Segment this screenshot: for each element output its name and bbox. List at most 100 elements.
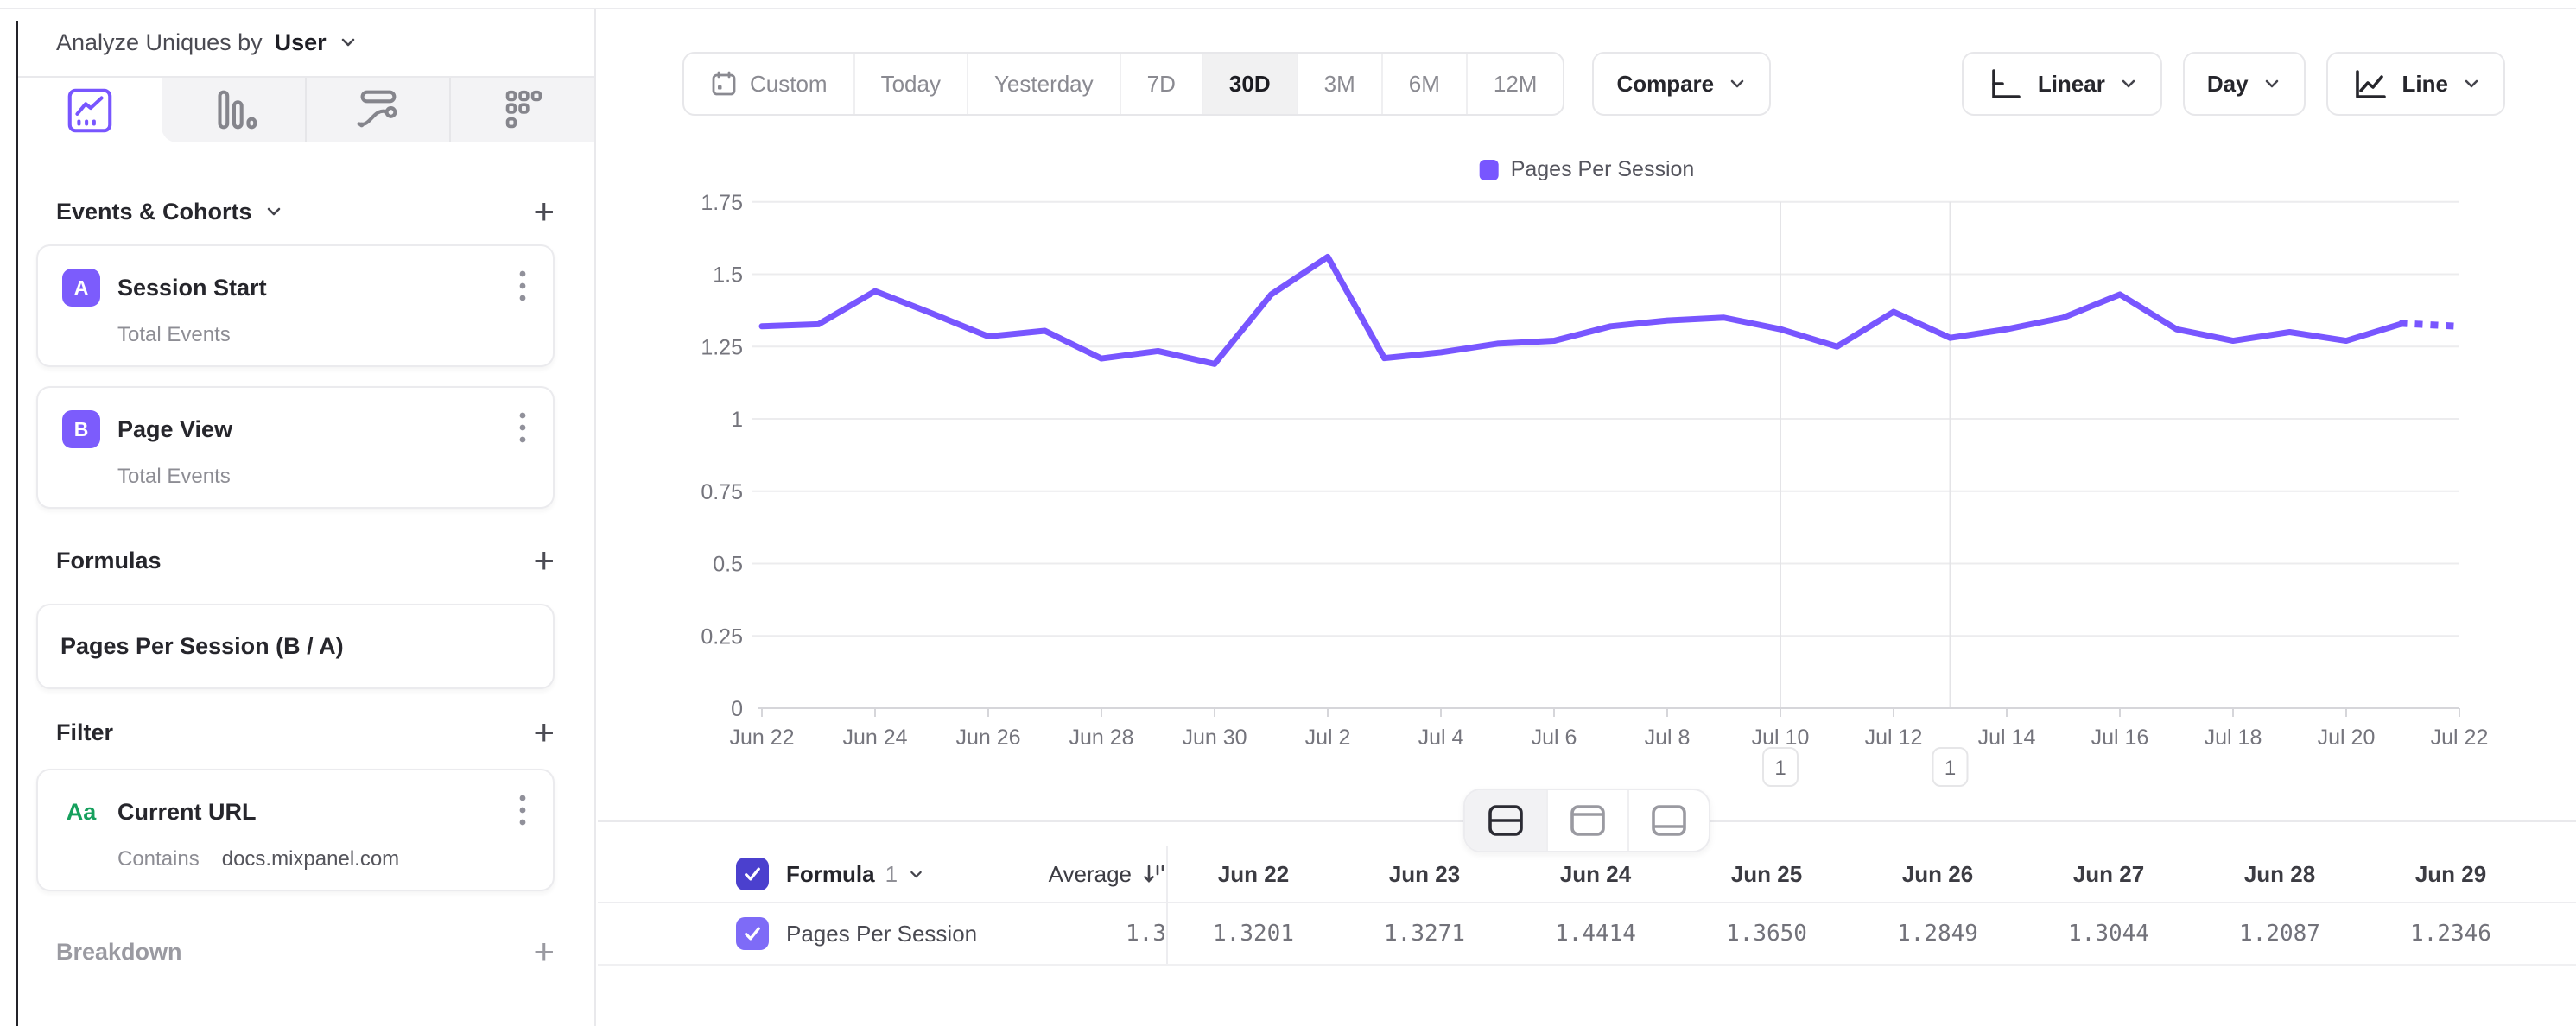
event-badge-a: A [62,269,100,307]
x-axis-tick-label: Jul 14 [1978,725,2036,750]
kebab-menu-icon[interactable] [515,790,530,834]
string-property-icon: Aa [62,799,100,826]
events-section-title[interactable]: Events & Cohorts [56,199,283,225]
y-axis-tick-label: 0.5 [713,553,743,577]
event-name[interactable]: Page View [117,416,232,443]
x-axis-tick-label: Jun 28 [1069,725,1133,750]
x-axis-tick-label: Jul 16 [2091,725,2149,750]
sort-descending-icon [1140,861,1166,887]
filter-section-header: Filter + [56,715,555,750]
formulas-section-header: Formulas + [56,543,555,578]
x-axis-tick-label: Jun 22 [729,725,794,750]
filter-property-name[interactable]: Current URL [117,799,257,826]
bar-chart-icon [206,84,260,137]
add-formula-button[interactable]: + [533,543,555,578]
series-value-cell: 1.2087 [2194,921,2365,947]
x-axis-tick-label: Jun 24 [842,725,907,750]
x-axis-tick-label: Jul 18 [2205,725,2262,750]
breakdown-section-title: Breakdown [56,939,182,966]
date-column-header[interactable]: Jun 27 [2023,861,2194,888]
y-axis-tick-label: 0.25 [701,624,743,649]
x-axis-tick-label: Jul 12 [1865,725,1923,750]
chevron-down-icon [264,202,283,221]
formula-card[interactable]: Pages Per Session (B / A) [36,604,555,689]
events-section-header: Events & Cohorts + [56,194,555,229]
visualization-tabbar [18,76,594,142]
series-name[interactable]: Pages Per Session [786,921,1037,947]
series-average-value: 1.3 [1126,921,1166,947]
flow-icon [351,84,404,137]
query-builder-sidebar: Analyze Uniques by User [18,9,596,1026]
date-column-header[interactable]: Jun 26 [1852,861,2023,888]
select-all-checkbox[interactable] [736,858,769,890]
event-measure[interactable]: Total Events [117,464,231,490]
y-axis-tick-label: 0.75 [701,480,743,504]
report-main-area: CustomTodayYesterday7D30D3M6M12M Compare… [598,9,2576,1026]
layout-split-button[interactable] [1465,790,1546,851]
kebab-menu-icon[interactable] [515,408,530,452]
date-column-header[interactable]: Jun 24 [1510,861,1681,888]
tab-bar-chart[interactable] [162,78,305,142]
analyze-label: Analyze Uniques by [56,29,263,56]
date-column-header[interactable]: Jun 29 [2365,861,2536,888]
tab-flow[interactable] [305,78,450,142]
layout-chart-only-button[interactable] [1546,790,1627,851]
series-value-cell: 1.2346 [2365,921,2536,947]
analyze-header: Analyze Uniques by User [18,9,594,76]
table-header-row: Formula 1 Average Jun 22Jun 23Jun 24Jun … [598,846,2576,903]
date-value-cells: 1.32011.32711.44141.36501.28491.30441.20… [1168,921,2536,947]
series-value-cell: 1.4414 [1510,921,1681,947]
chevron-down-icon [2262,74,2281,93]
date-column-header[interactable]: Jun 22 [1168,861,1339,888]
filter-card-current-url[interactable]: Aa Current URL Contains docs.mixpanel.co… [36,769,555,891]
filter-section-title: Filter [56,719,113,746]
insights-line-icon [63,84,117,137]
annotation-badge-label: 1 [1945,757,1956,780]
series-value-cell: 1.2849 [1852,921,2023,947]
chevron-down-icon [908,866,924,883]
event-card-page-view[interactable]: B Page View Total Events [36,386,555,509]
add-filter-button[interactable]: + [533,715,555,750]
series-line-provisional[interactable] [2403,323,2460,326]
tab-scatter[interactable] [449,78,594,142]
y-axis-tick-label: 1 [731,408,743,432]
line-chart[interactable]: 00.250.50.7511.251.51.75Jun 22Jun 24Jun … [598,95,2576,795]
add-event-button[interactable]: + [533,194,555,229]
date-column-header[interactable]: Jun 25 [1681,861,1852,888]
results-table: Formula 1 Average Jun 22Jun 23Jun 24Jun … [598,846,2576,966]
chevron-down-icon [339,33,358,52]
table-only-icon [1650,803,1688,838]
date-column-headers: Jun 22Jun 23Jun 24Jun 25Jun 26Jun 27Jun … [1168,861,2536,888]
x-axis-tick-label: Jun 30 [1182,725,1247,750]
analyze-by-dropdown[interactable]: User [275,29,327,56]
series-value-cell: 1.3201 [1168,921,1339,947]
filter-value[interactable]: docs.mixpanel.com [222,846,399,872]
x-axis-tick-label: Jul 6 [1532,725,1577,750]
tab-insights-line[interactable] [18,78,162,142]
layout-toggle [1463,788,1710,852]
date-column-header[interactable]: Jun 28 [2194,861,2365,888]
y-axis-tick-label: 1.25 [701,335,743,359]
average-column-header[interactable]: Average [1037,861,1166,888]
y-axis-tick-label: 0 [731,697,743,721]
chevron-down-icon [2462,74,2481,93]
filter-operator[interactable]: Contains [117,846,200,872]
kebab-menu-icon[interactable] [515,266,530,310]
event-card-session-start[interactable]: A Session Start Total Events [36,244,555,367]
date-column-header[interactable]: Jun 23 [1339,861,1510,888]
series-line[interactable] [762,256,2403,364]
add-breakdown-button[interactable]: + [533,934,555,969]
event-name[interactable]: Session Start [117,275,267,301]
calendar-icon [710,70,738,98]
series-checkbox[interactable] [736,917,769,950]
event-measure[interactable]: Total Events [117,322,231,348]
x-axis-tick-label: Jun 26 [955,725,1020,750]
annotation-badge-label: 1 [1774,757,1786,780]
series-value-cell: 1.3044 [2023,921,2194,947]
chevron-down-icon [1728,74,1747,93]
x-axis-tick-label: Jul 10 [1752,725,1810,750]
layout-table-only-button[interactable] [1627,790,1709,851]
formula-group-dropdown[interactable]: Formula 1 [786,861,1037,888]
x-axis-tick-label: Jul 20 [2318,725,2376,750]
formula-name[interactable]: Pages Per Session (B / A) [60,633,344,659]
